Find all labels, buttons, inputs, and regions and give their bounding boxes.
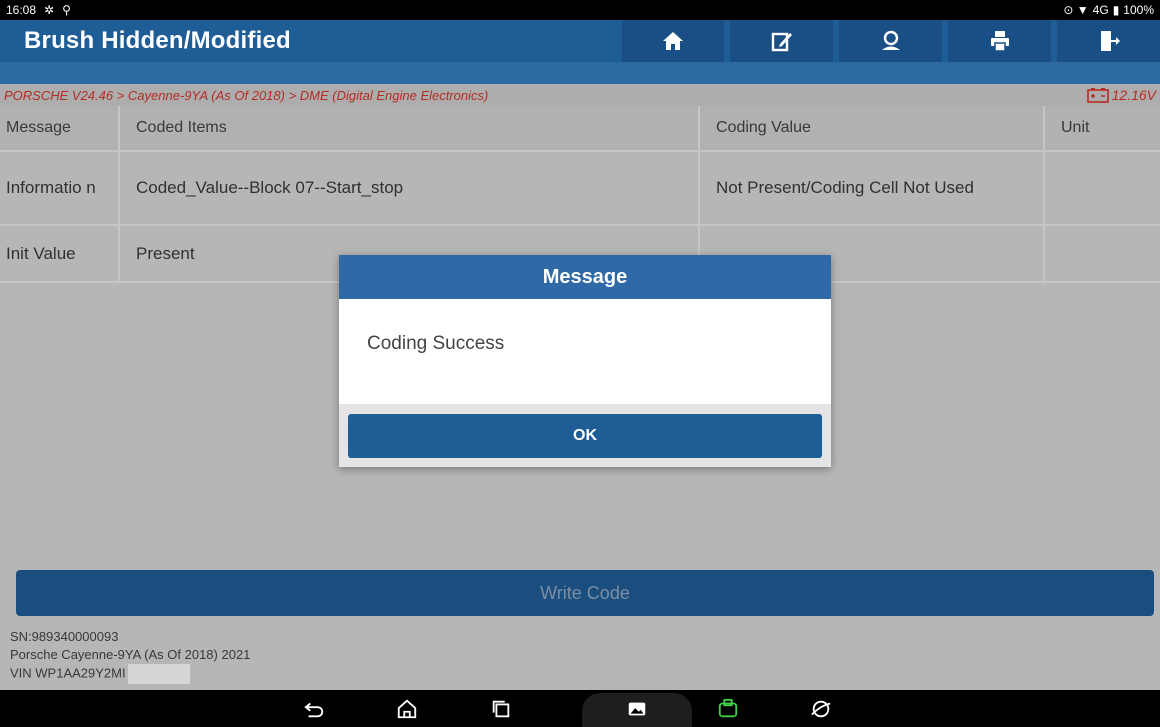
network-type: 4G bbox=[1092, 3, 1109, 17]
exit-button[interactable] bbox=[1057, 20, 1160, 62]
remote-expert-button[interactable] bbox=[839, 20, 942, 62]
back-icon bbox=[304, 702, 324, 717]
recents-button[interactable] bbox=[481, 690, 521, 727]
home-nav-button[interactable] bbox=[387, 690, 427, 727]
home-button[interactable] bbox=[622, 20, 724, 62]
dialog-message: Coding Success bbox=[367, 333, 505, 354]
edit-icon bbox=[771, 32, 792, 52]
vci-icon bbox=[718, 698, 738, 717]
usb-icon: ⚲ bbox=[62, 3, 71, 17]
system-nav-bar bbox=[0, 690, 1160, 727]
exit-icon bbox=[1100, 31, 1120, 51]
dialog-title: Message bbox=[339, 255, 831, 299]
message-dialog: Message Coding Success OK bbox=[339, 255, 831, 467]
home-outline-icon bbox=[397, 699, 417, 718]
home-icon bbox=[663, 32, 683, 50]
edit-report-button[interactable] bbox=[730, 20, 833, 62]
status-bar: 16:08 ✲ ⚲ ⊙ ▼ 4G ▮ 100% bbox=[0, 0, 1160, 20]
bug-icon: ✲ bbox=[44, 3, 55, 17]
signal-icon: ⊙ ▼ bbox=[1063, 3, 1089, 17]
user-icon bbox=[881, 30, 900, 50]
vci-button[interactable] bbox=[708, 690, 748, 727]
battery-icon: ▮ bbox=[1112, 3, 1120, 17]
title-bar: Brush Hidden/Modified bbox=[0, 20, 1160, 62]
status-time: 16:08 bbox=[6, 3, 37, 17]
browser-icon bbox=[811, 700, 831, 717]
back-button[interactable] bbox=[294, 690, 334, 727]
ok-button[interactable]: OK bbox=[348, 414, 822, 458]
screenshot-button[interactable] bbox=[617, 690, 657, 727]
title-underline bbox=[0, 62, 1160, 84]
recents-icon bbox=[492, 700, 510, 717]
dialog-footer: OK bbox=[339, 404, 831, 467]
page-title: Brush Hidden/Modified bbox=[24, 27, 291, 54]
print-button[interactable] bbox=[948, 20, 1051, 62]
image-icon bbox=[628, 702, 646, 715]
print-icon bbox=[990, 31, 1009, 52]
browser-button[interactable] bbox=[801, 690, 841, 727]
battery-level: 100% bbox=[1123, 3, 1154, 17]
